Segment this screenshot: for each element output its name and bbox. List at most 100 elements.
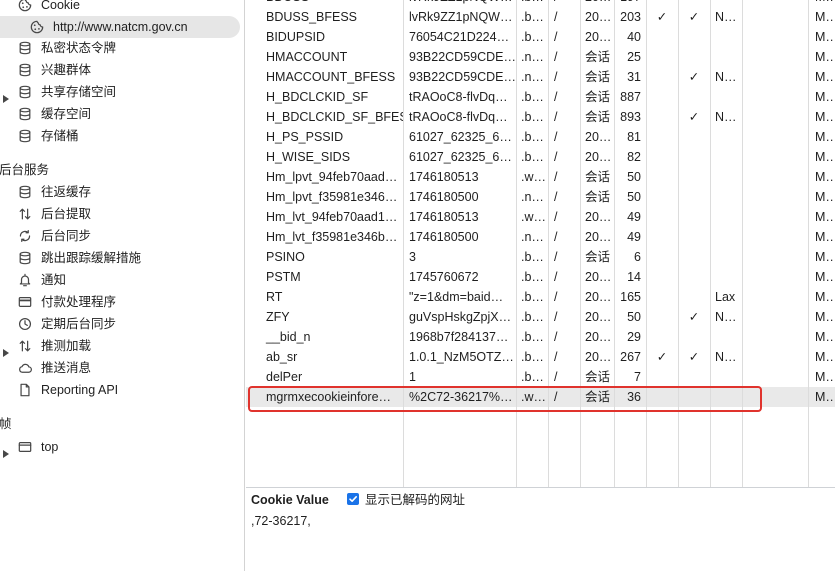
cell-name: Hm_lpvt_f35981e346… (266, 190, 398, 204)
cell-domain: .b… (521, 350, 544, 364)
cookie-row[interactable]: H_PS_PSSID 61027_62325_6… .b… / 20… 81 M… (246, 127, 835, 147)
bell-icon (18, 273, 32, 287)
cookie-row[interactable]: BDUSS_BFESS lvRk9ZZ1pNQW… .b… / 20… 203 ✓ ✓ N… M… (246, 7, 835, 27)
cookie-row[interactable]: ZFY guVspHskgZpjX… .b… / 20… 50 ✓ N… M… (246, 307, 835, 327)
sidebar-item-label: 通知 (41, 273, 67, 287)
sidebar-item-reporting-api[interactable]: Reporting API (0, 379, 240, 401)
cell-priority: M… (815, 10, 835, 24)
cell-secure (678, 327, 710, 347)
cookie-row[interactable]: Hm_lvt_94feb70aad1… 1746180513 .w… / 20… 49 M… (246, 207, 835, 227)
cookie-row[interactable]: PSINO 3 .b… / 会话 6 M… (246, 247, 835, 267)
cookie-row[interactable]: __bid_n 1968b7f284137… .b… / 20… 29 M… (246, 327, 835, 347)
cookie-icon (18, 0, 32, 12)
sidebar-item-background-sync[interactable]: 后台同步 (0, 225, 240, 247)
column-divider[interactable] (403, 0, 404, 487)
cell-expires: 会话 (585, 70, 611, 84)
cell-samesite (710, 247, 742, 267)
cookie-row[interactable]: BDUSSlvRk9ZZ1pNQW….b…/20…197 ✓ M… (246, 0, 835, 7)
column-divider[interactable] (646, 0, 647, 487)
cell-expires: 会话 (585, 50, 611, 64)
cell-priority: M… (815, 90, 835, 104)
sidebar-item-shared-storage[interactable]: 共享存储空间 (0, 81, 240, 103)
column-divider[interactable] (808, 0, 809, 487)
cookie-row[interactable]: H_BDCLCKID_SF_BFESS tRAOoC8-flvDq… .b… / 会话 8… (246, 107, 835, 127)
cookie-row[interactable]: HMACCOUNT 93B22CD59CDE… .n… / 会话 25 M… (246, 47, 835, 67)
column-divider[interactable] (742, 0, 743, 487)
cell-secure: ✓ (678, 7, 710, 27)
cookie-row[interactable]: ab_sr 1.0.1_NzM5OTZ… .b… / 20… 267 ✓ ✓ N… M… (246, 347, 835, 367)
cell-path: / (554, 330, 558, 344)
sidebar-item-payment-handler[interactable]: 付款处理程序 (0, 291, 240, 313)
cell-size: 25 (627, 50, 641, 64)
cookie-row[interactable]: PSTM 1745760672 .b… / 20… 14 M… (246, 267, 835, 287)
cookie-row[interactable]: Hm_lpvt_f35981e346… 1746180500 .n… / 会话 50 M… (246, 187, 835, 207)
cell-httponly (646, 167, 678, 187)
sidebar-item-cookie[interactable]: Cookie (0, 0, 240, 16)
column-divider[interactable] (548, 0, 549, 487)
column-divider[interactable] (710, 0, 711, 487)
show-decoded-checkbox[interactable] (347, 493, 359, 505)
sidebar-item-background-fetch[interactable]: 后台提取 (0, 203, 240, 225)
cookie-row[interactable]: Hm_lvt_f35981e346b… 1746180500 .n… / 20… 49 M… (246, 227, 835, 247)
sidebar-item-push-messaging[interactable]: 推送消息 (0, 357, 240, 379)
column-divider[interactable] (516, 0, 517, 487)
show-decoded-label[interactable]: 显示已解码的网址 (365, 491, 465, 509)
document-icon (18, 383, 32, 397)
sidebar-item-storage-buckets[interactable]: 存储桶 (0, 125, 240, 147)
application-sidebar: Cookie http://www.natcm.gov.cn 私密状态令牌 兴趣… (0, 0, 245, 571)
cell-partition-key (742, 287, 808, 307)
cell-priority: M… (815, 30, 835, 44)
cell-secure (678, 247, 710, 267)
sidebar-item-back-forward-cache[interactable]: 往返缓存 (0, 181, 240, 203)
cell-name: Hm_lvt_f35981e346b… (266, 230, 398, 244)
sidebar-item-bounce-tracking-mitigations[interactable]: 跳出跟踪缓解措施 (0, 247, 240, 269)
cell-samesite: N… (715, 350, 737, 364)
cell-domain: .b… (521, 370, 544, 384)
cookie-row[interactable]: RT "z=1&dm=baid… .b… / 20… 165 Lax M… (246, 287, 835, 307)
expand-arrow-icon[interactable] (2, 342, 10, 357)
check-icon: ✓ (656, 350, 668, 364)
expand-arrow-icon[interactable] (2, 443, 10, 458)
column-divider[interactable] (580, 0, 581, 487)
cell-expires: 20… (585, 10, 612, 24)
cookie-value-text[interactable]: ,72-36217, (251, 512, 311, 530)
cookie-row[interactable]: Hm_lpvt_94feb70aad… 1746180513 .w… / 会话 50 M… (246, 167, 835, 187)
cell-partition-key (742, 7, 808, 27)
column-divider[interactable] (614, 0, 615, 487)
sidebar-item-speculative-loads[interactable]: 推测加载 (0, 335, 240, 357)
cell-name: BDUSS_BFESS (266, 10, 358, 24)
sidebar-item-notifications[interactable]: 通知 (0, 269, 240, 291)
sidebar-item-cache-storage[interactable]: 缓存空间 (0, 103, 240, 125)
sidebar-item-interest-groups[interactable]: 兴趣群体 (0, 59, 240, 81)
cookie-row[interactable]: BIDUPSID 76054C21D224… .b… / 20… 40 M… (246, 27, 835, 47)
cell-expires: 20… (585, 270, 612, 284)
sidebar-item-cookie-origin[interactable]: http://www.natcm.gov.cn (0, 16, 240, 38)
cookie-row[interactable]: H_BDCLCKID_SF tRAOoC8-flvDq… .b… / 会话 887 M… (246, 87, 835, 107)
cell-size: 14 (627, 270, 641, 284)
cell-value: 3 (409, 250, 416, 264)
cell-httponly: ✓ (646, 7, 678, 27)
cell-samesite (710, 207, 742, 227)
sidebar-item-periodic-background-sync[interactable]: 定期后台同步 (0, 313, 240, 335)
column-divider[interactable] (678, 0, 679, 487)
expand-arrow-icon[interactable] (2, 88, 10, 103)
database-icon (18, 41, 32, 55)
sidebar-item-private-state-tokens[interactable]: 私密状态令牌 (0, 37, 240, 59)
cell-partition-key (742, 327, 808, 347)
check-icon: ✓ (688, 70, 700, 84)
cell-httponly (646, 327, 678, 347)
cell-path: / (554, 70, 558, 84)
cell-httponly (646, 247, 678, 267)
cell-secure (678, 127, 710, 147)
cell-samesite (710, 367, 742, 387)
cookie-value-pane: Cookie Value 显示已解码的网址 ,72-36217, (246, 487, 835, 572)
cell-samesite: N… (715, 110, 737, 124)
cookie-row[interactable]: HMACCOUNT_BFESS 93B22CD59CDE… .n… / 会话 31 ✓ N… M… (246, 67, 835, 87)
database-icon (18, 185, 32, 199)
cell-partition-key (742, 127, 808, 147)
sidebar-item-label: 付款处理程序 (41, 295, 117, 309)
cookie-row[interactable]: delPer 1 .b… / 会话 7 M… (246, 367, 835, 387)
cookie-row[interactable]: H_WISE_SIDS 61027_62325_6… .b… / 20… 82 M… (246, 147, 835, 167)
sidebar-item-frame-top[interactable]: top (0, 436, 240, 458)
cloud-icon (18, 361, 32, 375)
